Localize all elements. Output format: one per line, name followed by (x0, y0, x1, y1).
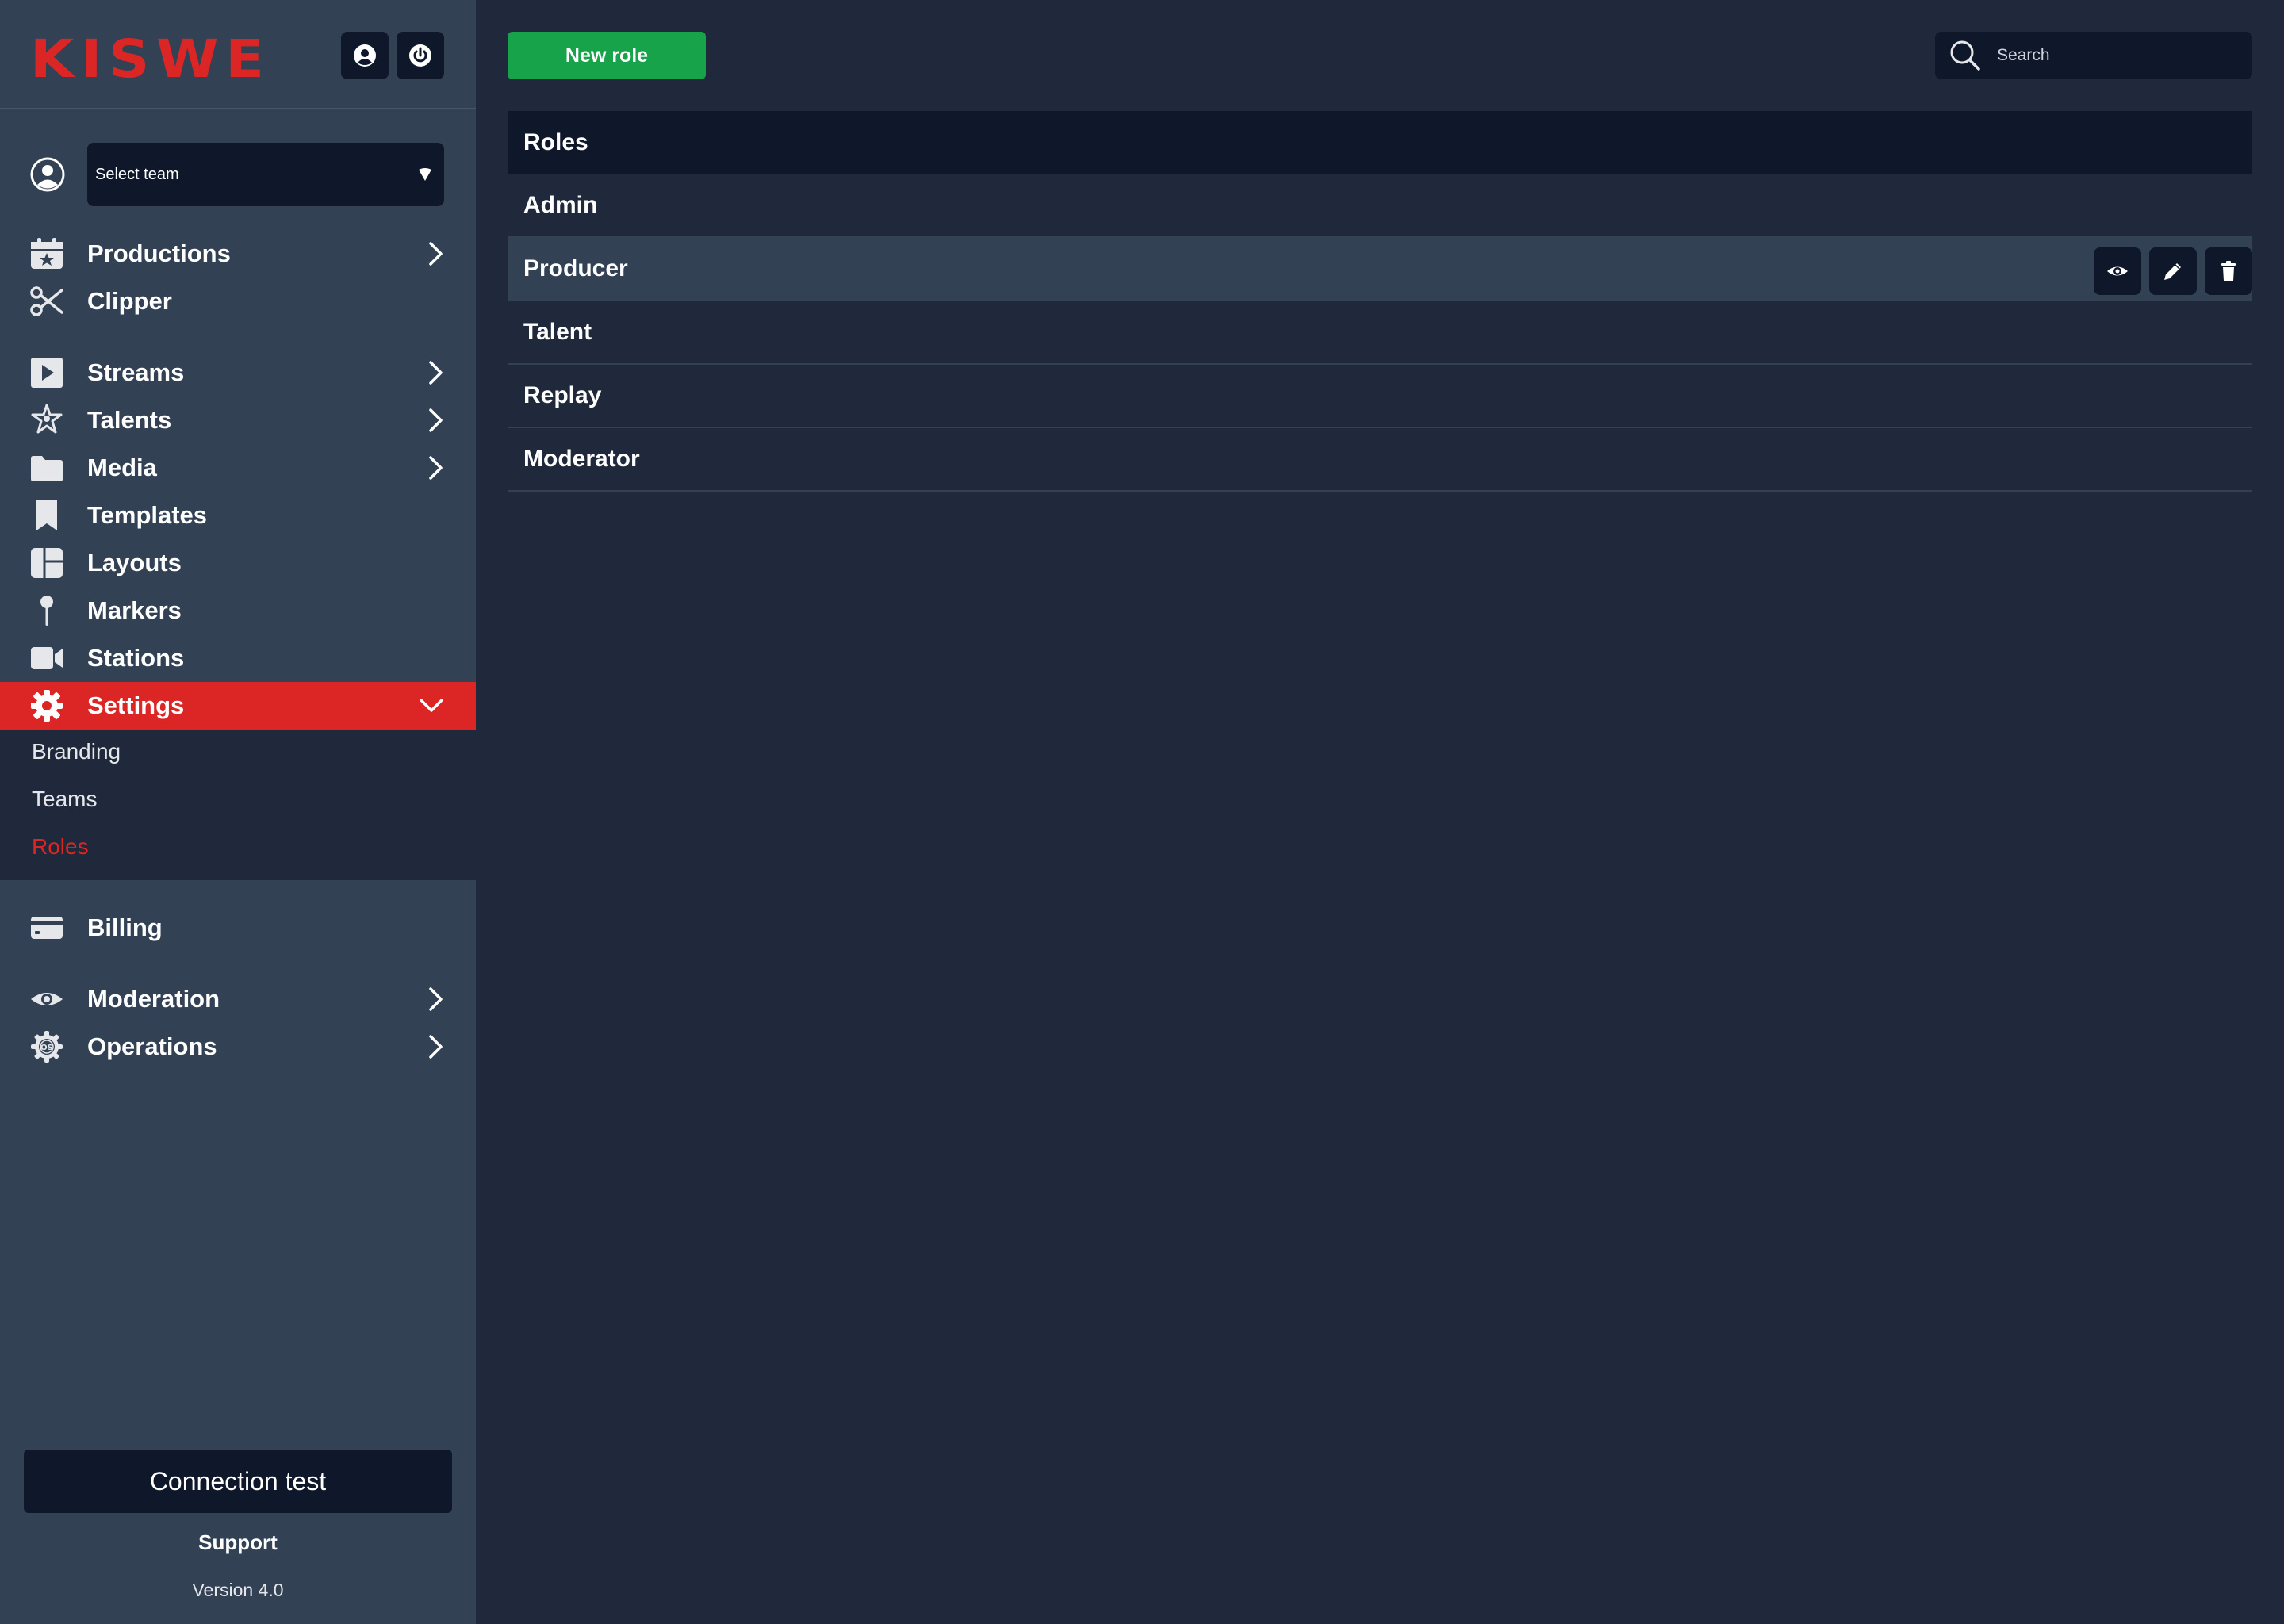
search-input[interactable] (1997, 32, 2235, 79)
sidebar-item-billing[interactable]: Billing (0, 904, 476, 952)
sidebar-item-settings[interactable]: Settings (0, 682, 476, 730)
sidebar-item-label: Moderation (87, 985, 220, 1013)
sidebar-item-streams[interactable]: Streams (0, 349, 476, 396)
version-label: Version 4.0 (192, 1580, 284, 1600)
sidebar-item-label: Templates (87, 501, 208, 529)
support-link[interactable]: Support (0, 1530, 476, 1555)
user-circle-icon (354, 44, 376, 67)
sidebar-item-operations[interactable]: OS Operations (0, 1023, 476, 1071)
connection-test-button[interactable]: Connection test (24, 1450, 452, 1513)
sidebar-item-templates[interactable]: Templates (0, 492, 476, 539)
scissors-icon (30, 285, 63, 317)
table-row[interactable]: Replay (508, 365, 2252, 428)
roles-table: Roles Admin Producer Talent Replay Moder… (508, 111, 2252, 492)
calendar-star-icon (30, 238, 63, 270)
map-pin-icon (30, 595, 63, 626)
submenu-item-branding[interactable]: Branding (32, 739, 121, 764)
search-icon (1950, 40, 1980, 71)
view-role-button[interactable] (2094, 247, 2141, 295)
role-name: Admin (523, 192, 598, 218)
team-select-value: Select team (95, 165, 179, 183)
new-role-button[interactable]: New role (508, 32, 706, 79)
sidebar-item-stations[interactable]: Stations (0, 634, 476, 682)
settings-submenu: Branding Teams Roles (0, 730, 476, 880)
sidebar-item-moderation[interactable]: Moderation (0, 975, 476, 1023)
layout-icon (30, 547, 63, 579)
bookmark-icon (30, 500, 63, 531)
sidebar: KISWE Select team Productions Clipper St… (0, 0, 476, 1624)
sidebar-item-label: Media (87, 454, 157, 481)
kiswe-logo[interactable]: KISWE (30, 29, 271, 90)
os-gear-icon: OS (30, 1031, 63, 1063)
svg-text:OS: OS (40, 1044, 53, 1052)
logout-button[interactable] (397, 32, 444, 79)
chevron-right-icon (429, 987, 443, 1011)
chevron-right-icon (429, 1035, 443, 1059)
sidebar-item-label: Markers (87, 596, 182, 624)
trash-icon (2221, 261, 2236, 281)
delete-role-button[interactable] (2205, 247, 2252, 295)
sidebar-item-talents[interactable]: Talents (0, 396, 476, 444)
sidebar-item-label: Layouts (87, 549, 182, 576)
chevron-right-icon (429, 456, 443, 480)
star-person-icon (30, 404, 63, 436)
play-square-icon (30, 357, 63, 389)
search-box (1935, 32, 2252, 79)
table-row[interactable]: Moderator (508, 428, 2252, 492)
eye-icon (2107, 266, 2128, 276)
sidebar-item-productions[interactable]: Productions (0, 230, 476, 278)
sidebar-item-label: Streams (87, 358, 185, 386)
chevron-down-icon (420, 699, 443, 712)
sidebar-item-layouts[interactable]: Layouts (0, 539, 476, 587)
sidebar-item-label: Settings (87, 691, 185, 719)
user-circle-icon (30, 157, 65, 192)
sidebar-item-label: Stations (87, 644, 185, 672)
sidebar-item-label: Billing (87, 914, 163, 941)
role-name: Talent (523, 319, 592, 345)
sidebar-item-media[interactable]: Media (0, 444, 476, 492)
team-select[interactable]: Select team (87, 143, 444, 206)
caret-down-icon (419, 168, 431, 181)
chevron-right-icon (429, 361, 443, 385)
team-selector-row: Select team (0, 143, 476, 206)
sidebar-item-clipper[interactable]: Clipper (0, 278, 476, 325)
submenu-item-roles[interactable]: Roles (32, 834, 89, 860)
role-name: Moderator (523, 446, 640, 472)
pencil-icon (2164, 263, 2181, 280)
profile-button[interactable] (341, 32, 389, 79)
role-name: Replay (523, 382, 602, 408)
folder-icon (30, 452, 63, 484)
sidebar-item-markers[interactable]: Markers (0, 587, 476, 634)
sidebar-header: KISWE (0, 0, 476, 109)
chevron-right-icon (429, 408, 443, 432)
credit-card-icon (30, 912, 63, 944)
sidebar-item-label: Productions (87, 239, 231, 267)
table-row[interactable]: Talent (508, 301, 2252, 365)
submenu-item-teams[interactable]: Teams (32, 787, 97, 812)
edit-role-button[interactable] (2149, 247, 2197, 295)
power-icon (409, 44, 431, 67)
roles-table-header: Roles (508, 111, 2252, 174)
chevron-right-icon (429, 242, 443, 266)
eye-icon (30, 983, 63, 1015)
table-row[interactable]: Admin (508, 174, 2252, 238)
role-name: Producer (523, 255, 628, 282)
table-row[interactable]: Producer (508, 238, 2252, 301)
gear-icon (30, 690, 63, 722)
sidebar-item-label: Talents (87, 406, 172, 434)
sidebar-item-label: Clipper (87, 287, 172, 315)
video-camera-icon (30, 642, 63, 674)
sidebar-item-label: Operations (87, 1032, 217, 1060)
row-actions (2094, 247, 2252, 295)
